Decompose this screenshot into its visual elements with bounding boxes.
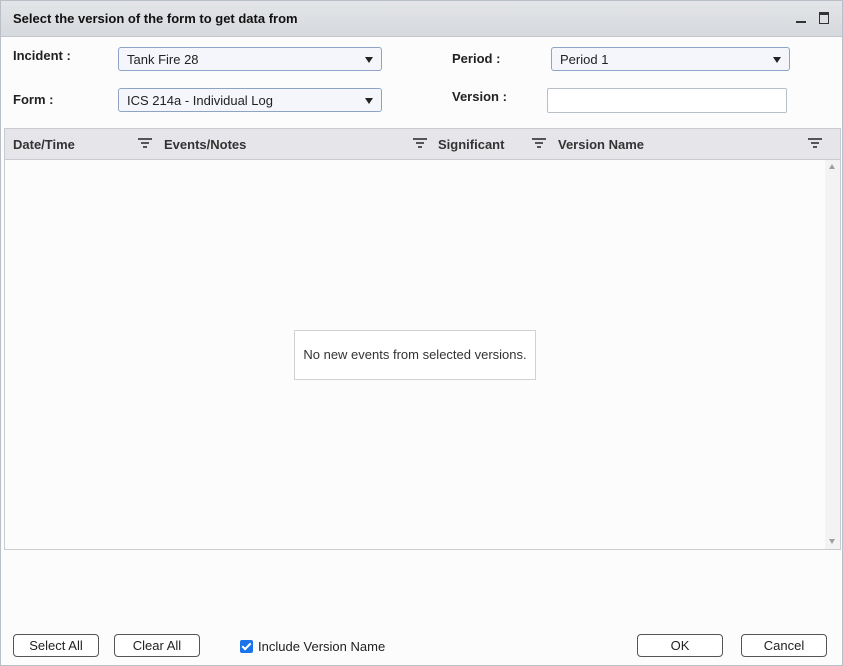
dialog-title: Select the version of the form to get da… (13, 11, 298, 26)
form-dropdown[interactable]: ICS 214a - Individual Log (118, 88, 382, 112)
incident-dropdown[interactable]: Tank Fire 28 (118, 47, 382, 71)
incident-value: Tank Fire 28 (127, 52, 199, 67)
scroll-down-icon[interactable] (829, 539, 835, 544)
incident-label: Incident : (13, 48, 71, 63)
period-label: Period : (452, 51, 501, 66)
column-header-version-name[interactable]: Version Name (558, 137, 644, 152)
column-header-datetime[interactable]: Date/Time (13, 137, 75, 152)
form-label: Form : (13, 92, 54, 107)
ok-button[interactable]: OK (637, 634, 723, 657)
minimize-icon[interactable] (795, 11, 809, 25)
column-header-events-notes[interactable]: Events/Notes (164, 137, 246, 152)
cancel-button[interactable]: Cancel (741, 634, 827, 657)
filter-icon[interactable] (532, 138, 546, 149)
clear-all-button[interactable]: Clear All (114, 634, 200, 657)
include-version-name-label[interactable]: Include Version Name (258, 639, 385, 654)
period-value: Period 1 (560, 52, 609, 67)
select-all-button[interactable]: Select All (13, 634, 99, 657)
filter-icon[interactable] (413, 138, 427, 149)
filter-icon[interactable] (138, 138, 152, 149)
form-value: ICS 214a - Individual Log (127, 93, 273, 108)
dropdown-arrow-icon (773, 57, 781, 63)
version-input[interactable] (547, 88, 787, 113)
grid-header: Date/Time Events/Notes Significant Versi… (5, 129, 840, 160)
filter-icon[interactable] (808, 138, 822, 149)
events-grid: Date/Time Events/Notes Significant Versi… (4, 128, 841, 550)
version-label: Version : (452, 89, 507, 104)
version-select-dialog: Select the version of the form to get da… (0, 0, 843, 666)
dialog-titlebar: Select the version of the form to get da… (1, 1, 842, 37)
scroll-up-icon[interactable] (829, 164, 835, 169)
grid-scrollbar[interactable] (825, 160, 840, 549)
no-records-message: No new events from selected versions. (294, 330, 536, 380)
dropdown-arrow-icon (365, 57, 373, 63)
dropdown-arrow-icon (365, 98, 373, 104)
maximize-icon[interactable] (819, 11, 833, 25)
column-header-significant[interactable]: Significant (438, 137, 504, 152)
period-dropdown[interactable]: Period 1 (551, 47, 790, 71)
checkbox-checked-icon[interactable] (240, 640, 253, 653)
